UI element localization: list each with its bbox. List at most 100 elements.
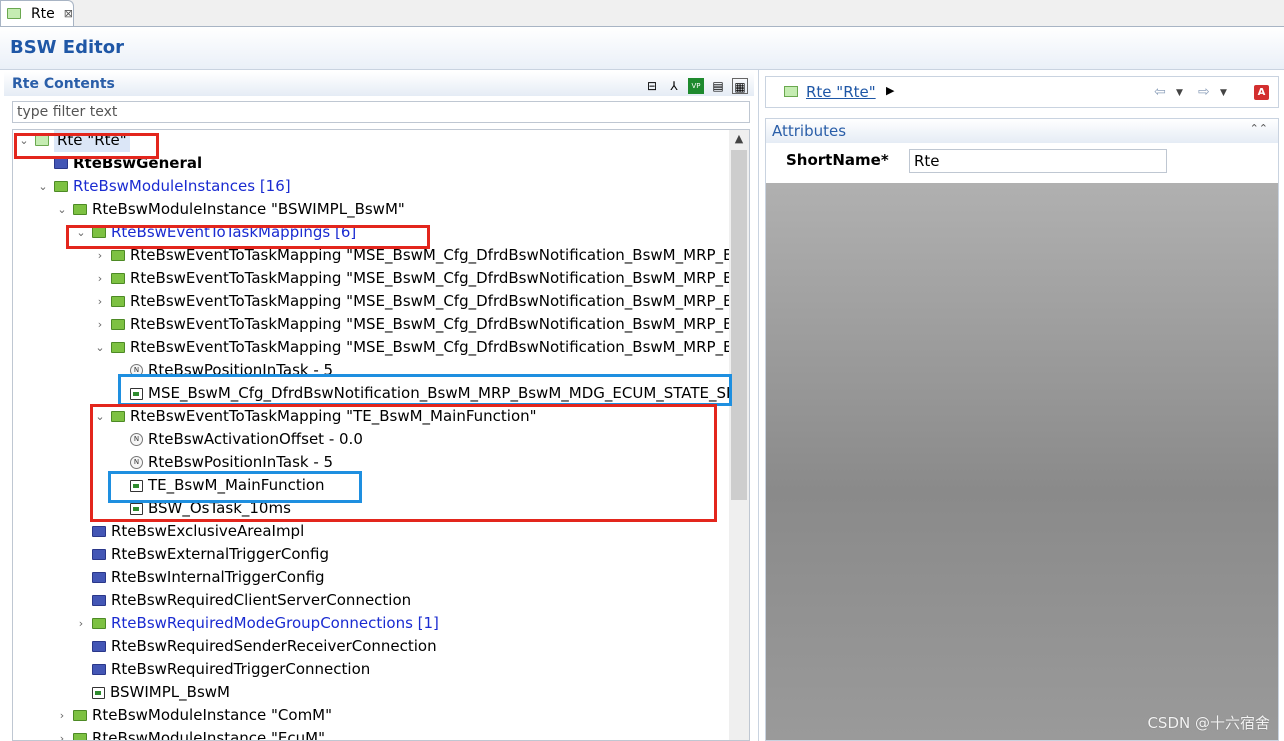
folder-icon (111, 319, 125, 330)
tree-item-label: RteBswModuleInstance "EcuM" (92, 729, 325, 741)
folder-icon (92, 618, 106, 629)
tree-item[interactable]: BSWIMPL_BswM (74, 681, 230, 704)
shortname-input[interactable] (909, 149, 1167, 173)
tree-item-label: RteBswExclusiveAreaImpl (111, 522, 305, 540)
tree-item-label: BSWIMPL_BswM (110, 683, 230, 701)
vp-res-icon[interactable]: VP (688, 78, 704, 94)
tree-item[interactable]: › RteBswModuleInstance "ComM" (55, 704, 332, 727)
folder-icon (111, 273, 125, 284)
editor-title: BSW Editor (10, 37, 125, 58)
tree-item-label: RteBswEventToTaskMapping "MSE_BswM_Cfg_D… (130, 292, 734, 310)
tree-item-label: RteBswModuleInstance "BSWIMPL_BswM" (92, 200, 405, 218)
folder-icon (111, 342, 125, 353)
collapse-all-icon[interactable]: ⊟ (644, 78, 660, 94)
back-dropdown-icon[interactable]: ▼ (1176, 88, 1183, 98)
folder-icon (54, 181, 68, 192)
attributes-panel: Attributes ⌃⌃ ShortName* (765, 118, 1279, 741)
details-pane: Rte "Rte" ▶ ⇦ ▼ ⇨ ▼ A Attributes ⌃⌃ Shor… (758, 70, 1284, 741)
tree-item-label: RteBswRequiredSenderReceiverConnection (111, 637, 437, 655)
tree-item-label: RteBswExternalTriggerConfig (111, 545, 329, 563)
folder-icon (73, 710, 87, 721)
forward-dropdown-icon[interactable]: ▼ (1220, 88, 1227, 98)
tree-item[interactable]: › RteBswRequiredModeGroupConnections [1] (74, 612, 439, 635)
tab-rte[interactable]: Rte ⊠ (0, 0, 74, 26)
expand-arrow-icon[interactable]: › (74, 612, 88, 635)
link-editor-icon[interactable]: ⅄ (666, 78, 682, 94)
editor-header: BSW Editor (0, 27, 1284, 70)
tree-item-label: RteBswRequiredClientServerConnection (111, 591, 412, 609)
tree-vertical-scrollbar[interactable]: ▲ (729, 130, 749, 740)
tree-item-label: RteBswRequiredModeGroupConnections [1] (111, 614, 439, 632)
breadcrumb: Rte "Rte" ▶ ⇦ ▼ ⇨ ▼ A (765, 76, 1279, 108)
module-folder-icon (92, 641, 106, 652)
collapse-section-icon[interactable]: ⌃⌃ (1250, 122, 1268, 135)
folder-icon (73, 733, 87, 740)
collapse-arrow-icon[interactable]: ⌄ (55, 198, 69, 221)
watermark: CSDN @十六宿舍 (1147, 714, 1270, 732)
module-folder-icon (92, 664, 106, 675)
rte-contents-header: Rte Contents ⊟ ⅄ VP ▤ ▦ (4, 72, 754, 96)
back-icon[interactable]: ⇦ (1154, 84, 1166, 100)
editor-tab-bar: Rte ⊠ (0, 0, 1284, 27)
tree-item[interactable]: ⌄ RteBswEventToTaskMapping "MSE_BswM_Cfg_… (93, 336, 733, 359)
attributes-body: ShortName* (766, 143, 1278, 183)
module-folder-icon (92, 549, 106, 560)
tree-item[interactable]: ⌄ RteBswModuleInstance "BSWIMPL_BswM" (55, 198, 405, 221)
forward-icon[interactable]: ⇨ (1198, 84, 1210, 100)
tree-item-label: RteBswInternalTriggerConfig (111, 568, 325, 586)
reference-icon (92, 686, 105, 699)
tree-item[interactable]: RteBswInternalTriggerConfig (74, 566, 325, 589)
tree-item-label: RteBswRequiredTriggerConnection (111, 660, 371, 678)
close-tab-icon[interactable]: ⊠ (64, 7, 73, 20)
expand-arrow-icon[interactable]: › (93, 290, 107, 313)
tree-item[interactable]: › RteBswEventToTaskMapping "MSE_BswM_Cfg_… (93, 313, 734, 336)
breadcrumb-arrow-icon[interactable]: ▶ (886, 84, 894, 97)
tree-item[interactable]: RteBswRequiredSenderReceiverConnection (74, 635, 437, 658)
tab-label: Rte (30, 5, 55, 22)
scrollbar-thumb[interactable] (731, 150, 747, 500)
rte-file-icon (7, 8, 21, 19)
tree-item[interactable]: › RteBswEventToTaskMapping "MSE_BswM_Cfg_… (93, 290, 734, 313)
breadcrumb-rte-link[interactable]: Rte "Rte" (806, 83, 876, 101)
highlight-te-mainfunction-reference (108, 471, 362, 503)
expand-arrow-icon[interactable]: › (93, 267, 107, 290)
tree-item[interactable]: › RteBswEventToTaskMapping "MSE_BswM_Cfg_… (93, 267, 734, 290)
tree-item-label: RteBswModuleInstances [16] (73, 177, 291, 195)
module-folder-icon (92, 595, 106, 606)
rte-contents-title: Rte Contents (12, 76, 115, 92)
grid-view-icon[interactable]: ▦ (732, 78, 748, 94)
scroll-up-icon[interactable]: ▲ (729, 132, 749, 145)
tree-item[interactable]: ⌄ RteBswModuleInstances [16] (36, 175, 291, 198)
module-folder-icon (92, 526, 106, 537)
tree-item-label: RteBswEventToTaskMapping "MSE_BswM_Cfg_D… (130, 269, 734, 287)
highlight-mse-reference (118, 374, 732, 406)
folder-icon (111, 296, 125, 307)
rte-contents-pane: Rte Contents ⊟ ⅄ VP ▤ ▦ › RteBswModuleIns… (0, 70, 758, 741)
folder-icon (111, 250, 125, 261)
tree-item-label: RteBswModuleInstance "ComM" (92, 706, 333, 724)
tree-item[interactable]: RteBswRequiredClientServerConnection (74, 589, 411, 612)
rte-file-icon (784, 86, 798, 97)
document-icon[interactable]: ▤ (710, 78, 726, 94)
highlight-event-mappings (66, 225, 430, 249)
shortname-label: ShortName* (786, 151, 889, 169)
tree-item[interactable]: RteBswExternalTriggerConfig (74, 543, 329, 566)
tree-item-label: RteBswEventToTaskMapping "MSE_BswM_Cfg_D… (130, 338, 734, 356)
tree-filter-input[interactable] (12, 101, 750, 123)
tree-item-label: RteBswEventToTaskMapping "MSE_BswM_Cfg_D… (130, 315, 734, 333)
module-folder-icon (92, 572, 106, 583)
expand-arrow-icon[interactable]: › (55, 704, 69, 727)
tree-item[interactable]: RteBswExclusiveAreaImpl (74, 520, 304, 543)
collapse-arrow-icon[interactable]: ⌄ (36, 175, 50, 198)
module-folder-icon (54, 158, 68, 169)
expand-arrow-icon[interactable]: › (93, 313, 107, 336)
pdf-export-icon[interactable]: A (1254, 85, 1269, 100)
attributes-title: Attributes (772, 122, 847, 140)
tree-item[interactable]: RteBswRequiredTriggerConnection (74, 658, 370, 681)
highlight-rte-root (14, 133, 159, 159)
highlight-te-mainfunction-mapping (90, 404, 717, 522)
expand-arrow-icon[interactable]: › (55, 727, 69, 740)
attributes-header: Attributes ⌃⌃ (766, 119, 1278, 143)
collapse-arrow-icon[interactable]: ⌄ (93, 336, 107, 359)
tree-item[interactable]: › RteBswModuleInstance "EcuM" (55, 727, 325, 741)
